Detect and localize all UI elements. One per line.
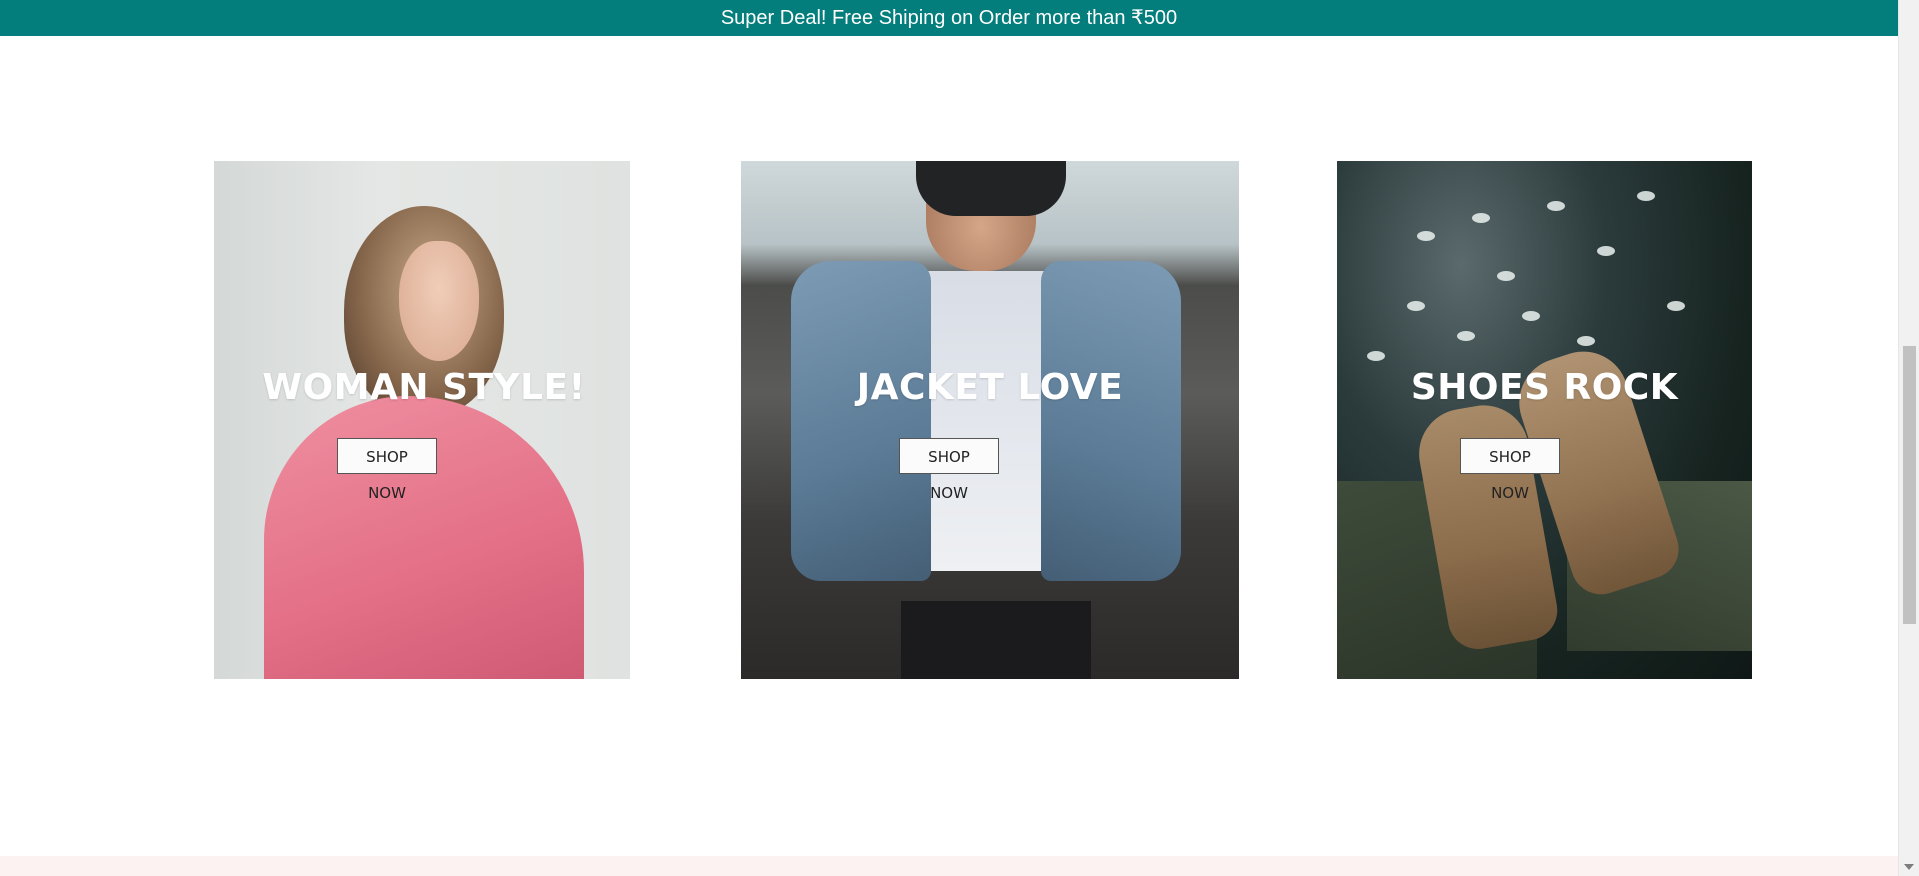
image-detail xyxy=(1637,191,1655,201)
image-detail xyxy=(1597,246,1615,256)
image-detail xyxy=(1457,331,1475,341)
image-detail xyxy=(399,241,479,361)
image-detail xyxy=(1472,213,1490,223)
category-card-jacket[interactable]: JACKET LOVE SHOP NOW xyxy=(741,161,1239,679)
promo-text: Super Deal! Free Shiping on Order more t… xyxy=(720,7,1178,29)
category-title: JACKET LOVE xyxy=(856,367,1124,408)
vertical-scrollbar[interactable] xyxy=(1898,0,1919,876)
shop-now-button[interactable]: SHOP NOW xyxy=(337,438,437,502)
footer-strip xyxy=(0,856,1898,876)
image-detail xyxy=(1417,231,1435,241)
promo-banner: Super Deal! Free Shiping on Order more t… xyxy=(0,0,1898,36)
page: Super Deal! Free Shiping on Order more t… xyxy=(0,0,1919,876)
category-card-shoes[interactable]: SHOES ROCK SHOP NOW xyxy=(1337,161,1752,679)
category-title: SHOES ROCK xyxy=(1410,367,1679,408)
image-detail xyxy=(1522,311,1540,321)
image-detail xyxy=(1577,336,1595,346)
category-image-shoes xyxy=(1337,161,1752,679)
image-detail xyxy=(901,601,1091,679)
image-detail xyxy=(916,161,1066,216)
scrollbar-thumb[interactable] xyxy=(1903,346,1916,624)
image-detail xyxy=(1667,301,1685,311)
scroll-down-arrow-icon[interactable] xyxy=(1904,864,1914,870)
category-image-jacket xyxy=(741,161,1239,679)
image-detail xyxy=(1041,261,1181,581)
image-detail xyxy=(1547,201,1565,211)
image-detail xyxy=(1367,351,1385,361)
shop-now-button[interactable]: SHOP NOW xyxy=(899,438,999,502)
shop-now-button[interactable]: SHOP NOW xyxy=(1460,438,1560,502)
image-detail xyxy=(1497,271,1515,281)
category-image-woman xyxy=(214,161,630,679)
category-card-woman[interactable]: WOMAN STYLE! SHOP NOW xyxy=(214,161,630,679)
image-detail xyxy=(791,261,931,581)
category-section: WOMAN STYLE! SHOP NOW JACKET LOVE SHOP N… xyxy=(0,36,1898,856)
image-detail xyxy=(1407,301,1425,311)
category-title: WOMAN STYLE! xyxy=(262,367,586,408)
